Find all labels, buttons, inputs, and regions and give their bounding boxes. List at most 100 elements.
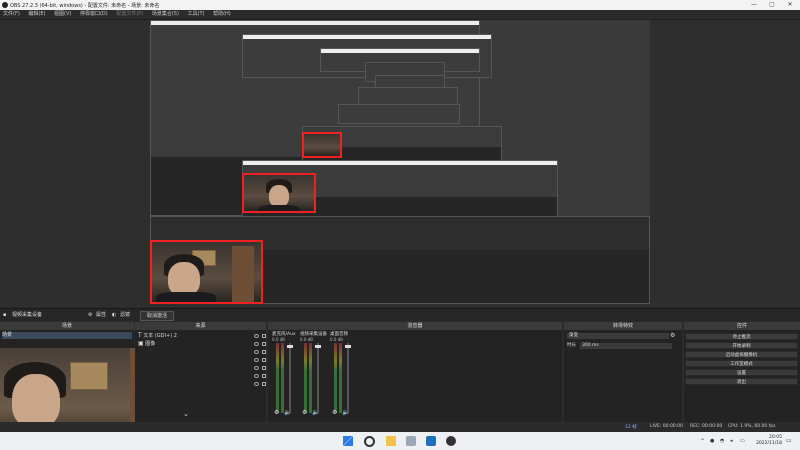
clock[interactable]: 20:05 2022/11/18 [756,435,782,447]
visibility-eye-icon[interactable] [254,334,259,338]
microphone-icon[interactable]: ● [710,438,714,444]
chevron-down-icon[interactable]: ⌄ [183,410,189,418]
gear-icon[interactable]: ⚙ [302,409,307,416]
minimize-button[interactable]: — [745,1,763,9]
volume-meter [276,343,279,413]
menu-bar: 文件(F) 编辑(E) 视图(V) 停靠窗口(D) 配置文件(P) 场景集合(S… [0,10,800,20]
image-source-item[interactable]: ▣ 图像 [138,340,155,347]
lock-icon[interactable] [262,334,266,338]
title-bar: OBS 27.2.3 (64-bit, windows) - 配置文件: 未命名… [0,0,800,10]
rec-timer: REC: 00:00:00 [690,424,723,429]
cpu-fps: CPU: 1.9%, 60.00 fps [728,424,776,429]
preview-webcam-source[interactable] [150,240,263,304]
deactivate-button[interactable]: 取消激活 [140,311,175,321]
clock-date: 2022/11/18 [756,441,782,446]
obs-taskbar-icon[interactable] [446,436,456,446]
nested-webcam-1 [302,132,342,158]
window-title: OBS 27.2.3 (64-bit, windows) - 配置文件: 未命名… [10,3,160,9]
nested-preview-7 [338,104,460,124]
mixer-channel-video: 视频采集设备 0.0 dB ⚙ 🔈 [300,331,328,421]
visibility-eye-icon[interactable] [254,342,259,346]
channel-db: 0.0 dB [272,337,285,342]
mixer-channel-desktop: 桌面音频 0.0 dB ⚙ 🔈 [330,331,358,421]
speaker-icon[interactable]: 🔈 [312,409,319,416]
gear-icon[interactable]: ⚙ [332,409,337,416]
visibility-eye-icon[interactable] [254,366,259,370]
menu-profile[interactable]: 配置文件(P) [116,10,143,19]
filters-button[interactable]: 滤镜 [120,311,130,319]
volume-meter [339,343,342,413]
transition-select[interactable]: 渐变 [567,333,669,339]
volume-fader[interactable] [345,343,351,413]
volume-icon[interactable]: ◂ [730,438,733,444]
channel-db: 0.0 dB [300,337,313,342]
status-bar: 12 帧 LIVE: 00:00:00 REC: 00:00:00 CPU: 1… [0,422,800,432]
properties-button[interactable]: 属性 [96,311,106,319]
menu-scene-collection[interactable]: 场景集合(S) [152,10,179,19]
lock-icon[interactable] [262,350,266,354]
file-explorer-icon[interactable] [386,436,396,446]
menu-docks[interactable]: 停靠窗口(D) [80,10,108,19]
obs-logo-icon [2,2,8,8]
image-icon: ▣ [138,340,144,347]
visibility-eye-icon[interactable] [254,382,259,386]
settings-button[interactable]: 设置 [685,369,798,376]
gear-icon[interactable]: ⚙ [670,332,675,339]
scene-item[interactable]: 场景 [2,332,132,339]
text-source-item[interactable]: T 文本 (GDI+) 2 [138,332,177,339]
lock-icon[interactable] [262,382,266,386]
menu-edit[interactable]: 编辑(E) [28,10,45,19]
maximize-button[interactable]: ▢ [763,1,781,9]
start-recording-button[interactable]: 开始录制 [685,342,798,349]
nested-webcam-2 [242,173,316,213]
volume-fader[interactable] [287,343,293,413]
exit-button[interactable]: 退出 [685,378,798,385]
visibility-eye-icon[interactable] [254,358,259,362]
volume-meter [309,343,312,413]
studio-mode-button[interactable]: 工作室模式 [685,360,798,367]
gear-icon[interactable]: ⚙ [274,409,279,416]
tray-chevron-icon[interactable]: ⌃ [700,438,705,445]
start-icon[interactable] [343,436,353,446]
menu-tools[interactable]: 工具(T) [188,10,205,19]
virtual-camera-button[interactable]: 启动虚拟摄像机 [685,351,798,358]
battery-icon[interactable]: ▭ [740,438,745,444]
volume-fader[interactable] [315,343,321,413]
camera-icon: ▪ [3,312,7,318]
mixer-channel-mic: 麦克风/Aux 0.0 dB ⚙ 🔈 [272,331,300,421]
speaker-icon[interactable]: 🔈 [342,409,349,416]
search-icon[interactable] [364,436,375,447]
volume-meter [281,343,284,413]
duration-input[interactable]: 300 ms [580,343,672,349]
preview-area [0,20,800,307]
preview-canvas[interactable] [150,20,650,304]
channel-db: 0.0 dB [330,337,343,342]
store-icon[interactable] [426,436,436,446]
close-button[interactable]: ✕ [781,1,799,9]
windows-taskbar: ⌃ ● ◓ ◂ ▭ 20:05 2022/11/18 ▭ [0,432,800,450]
duration-label: 时长 [567,343,576,348]
network-icon[interactable]: ◓ [720,438,724,444]
active-source-label: 视频采集设备 [12,312,43,318]
gear-icon: ⚙ [88,312,93,318]
app-icon[interactable] [406,436,416,446]
lock-icon[interactable] [262,374,266,378]
volume-meter [334,343,337,413]
menu-view[interactable]: 视图(V) [54,10,71,19]
filter-icon: ◐ [112,312,117,318]
lock-icon[interactable] [262,342,266,346]
speaker-icon[interactable]: 🔈 [284,409,291,416]
lock-icon[interactable] [262,358,266,362]
notification-icon[interactable]: ▭ [786,437,792,444]
stop-streaming-button[interactable]: 停止推流 [685,333,798,340]
volume-meter [304,343,307,413]
source-toolbar: ▪ 视频采集设备 ⚙ 属性 ◐ 滤镜 取消激活 [0,308,800,321]
menu-help[interactable]: 帮助(H) [213,10,231,19]
lock-icon[interactable] [262,366,266,370]
live-timer: LIVE: 00:00:00 [650,424,683,429]
text-icon: T [138,332,142,339]
dropped-frames: 12 帧 [625,425,637,430]
menu-file[interactable]: 文件(F) [3,10,20,19]
visibility-eye-icon[interactable] [254,374,259,378]
visibility-eye-icon[interactable] [254,350,259,354]
